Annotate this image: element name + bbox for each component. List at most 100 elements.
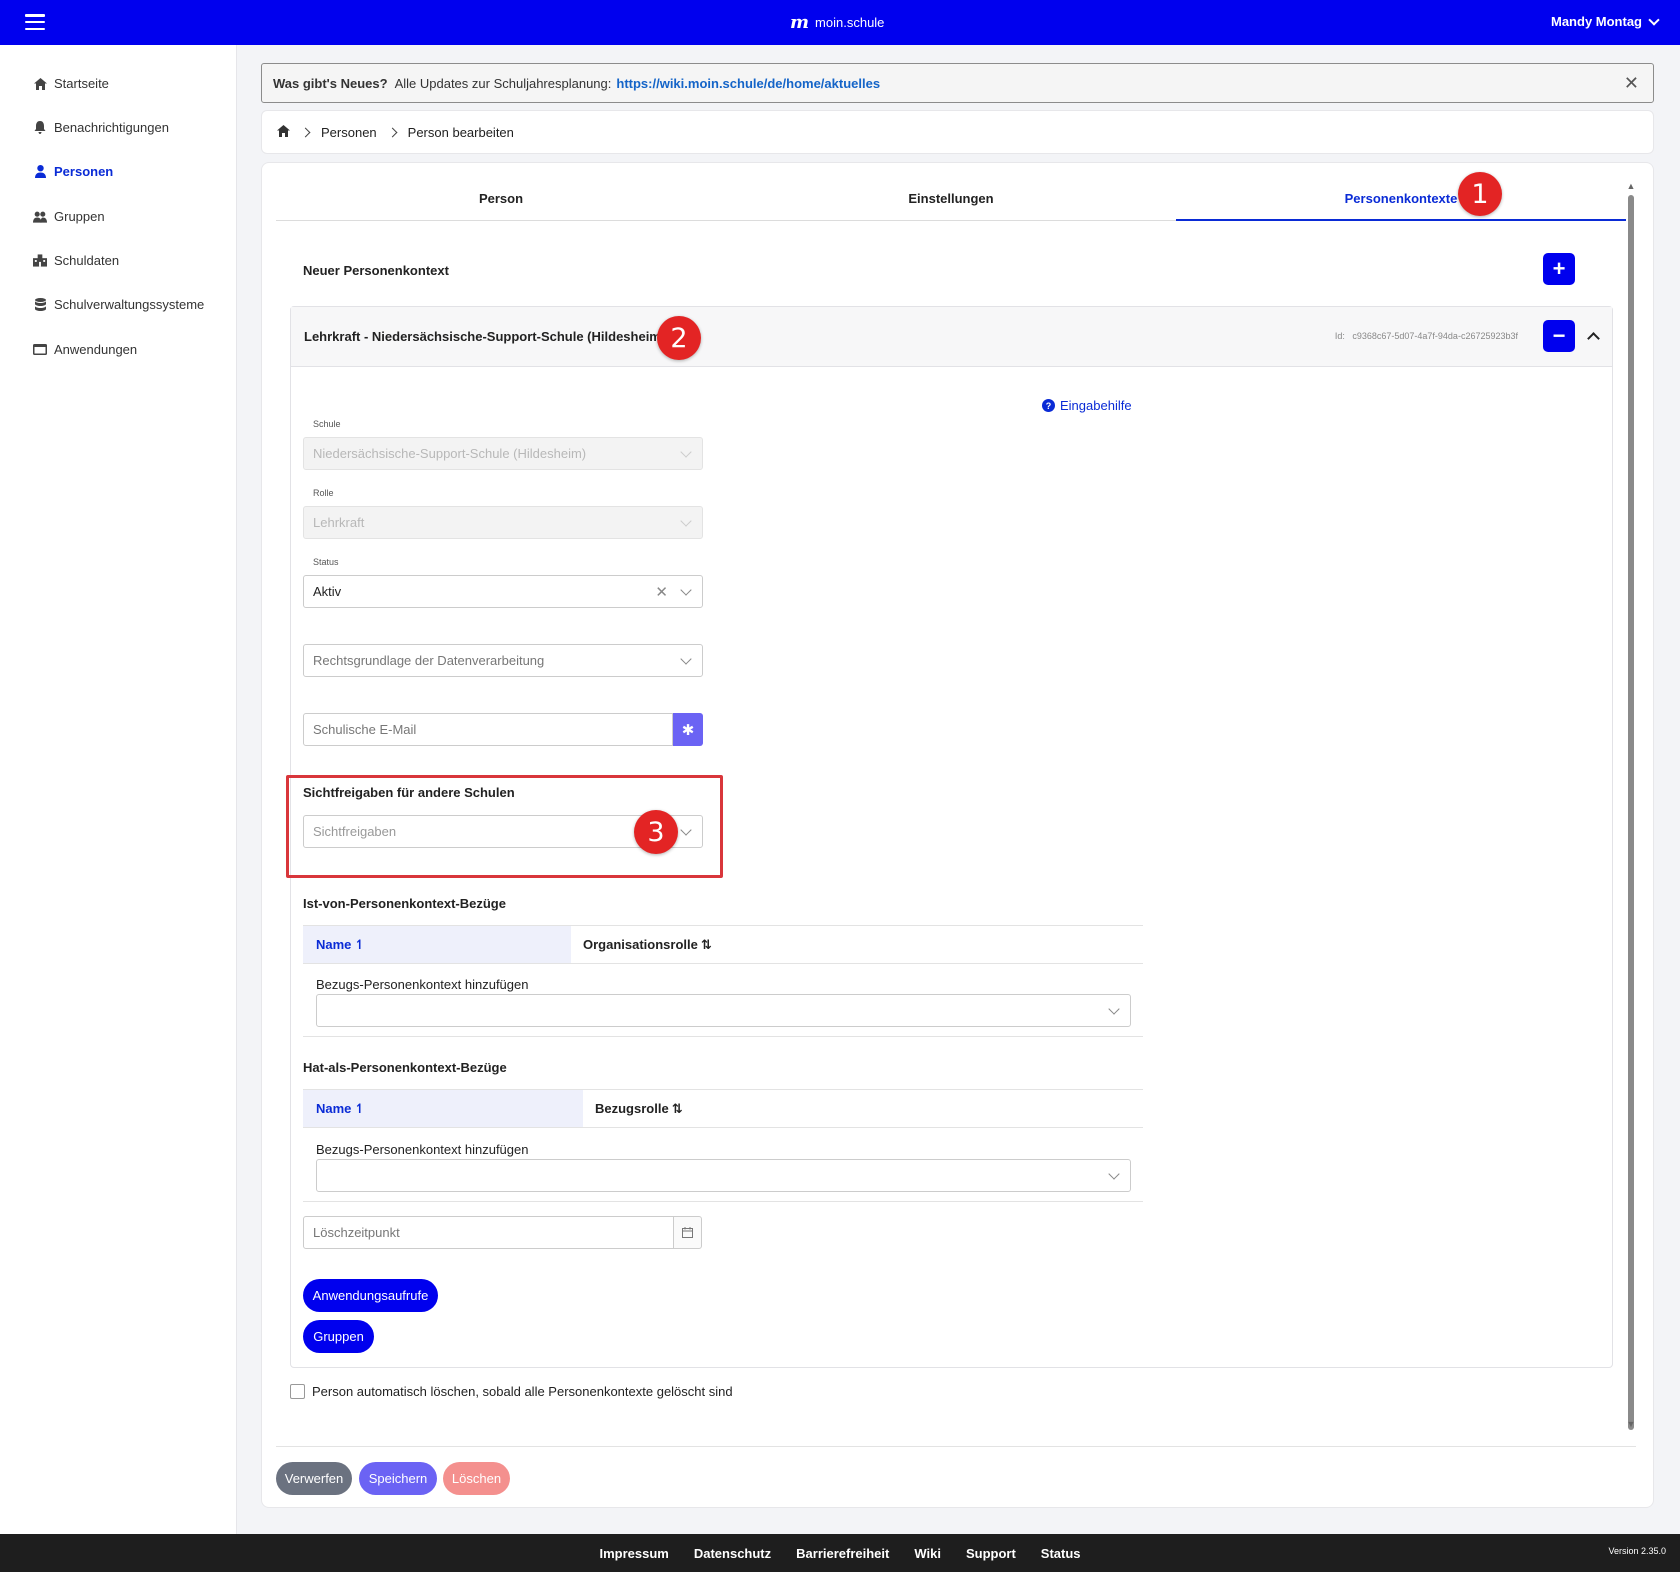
sidebar-item-label: Schulverwaltungssysteme	[54, 297, 205, 312]
sidebar-item-personen[interactable]: Personen	[33, 164, 113, 179]
sort-icon: ⇅	[671, 1100, 683, 1116]
legal-basis-placeholder: Rechtsgrundlage der Datenverarbeitung	[313, 653, 545, 668]
tab-bar: Person Einstellungen Personenkontexte	[276, 177, 1626, 221]
sort-asc-icon: ↿⁠	[354, 936, 366, 952]
gear-icon[interactable]: ✱	[673, 713, 703, 746]
context-title: Lehrkraft - Niedersächsische-Support-Sch…	[304, 329, 666, 344]
visibility-placeholder: Sichtfreigaben	[313, 824, 397, 839]
chevron-up-icon[interactable]	[1587, 332, 1600, 345]
has-as-add-select[interactable]	[316, 1159, 1131, 1192]
add-context-button[interactable]: +	[1543, 253, 1575, 285]
chevron-right-icon	[387, 127, 398, 137]
sidebar-item-label: Startseite	[54, 76, 109, 91]
footer-link-support[interactable]: Support	[966, 1546, 1016, 1561]
discard-button[interactable]: Verwerfen	[276, 1462, 352, 1495]
tab-personenkontexte[interactable]: Personenkontexte	[1176, 177, 1626, 221]
scroll-thumb[interactable]	[1628, 195, 1634, 1430]
database-icon	[33, 298, 47, 312]
chevron-down-icon	[1108, 1003, 1120, 1015]
top-bar: m moin.schule Mandy Montag	[0, 0, 1680, 45]
sort-asc-icon: ↿⁠	[354, 1100, 366, 1116]
delete-time-field[interactable]: Löschzeitpunkt	[303, 1216, 674, 1249]
delete-time-placeholder: Löschzeitpunkt	[313, 1225, 400, 1240]
is-of-add-select[interactable]	[316, 994, 1131, 1027]
clear-icon[interactable]: ✕	[655, 583, 668, 601]
footer-link-impressum[interactable]: Impressum	[599, 1546, 668, 1561]
calendar-icon[interactable]	[673, 1216, 702, 1249]
divider	[303, 1036, 1143, 1037]
annotation-marker-1: 1	[1458, 172, 1502, 216]
sidebar-item-schulverwaltungssysteme[interactable]: Schulverwaltungssysteme	[33, 297, 204, 312]
auto-delete-checkbox[interactable]	[290, 1384, 305, 1399]
annotation-marker-3: 3	[634, 810, 678, 854]
chevron-down-icon	[680, 584, 692, 596]
column-name[interactable]: Name ↿⁠	[303, 1090, 583, 1127]
logo-text: moin.schule	[815, 15, 885, 30]
home-icon[interactable]	[277, 124, 290, 140]
is-of-table-header: Name ↿⁠ Organisationsrolle ⇅	[303, 925, 1143, 964]
help-link[interactable]: ? Eingabehilfe	[1042, 398, 1132, 413]
footer-link-status[interactable]: Status	[1041, 1546, 1081, 1561]
column-name[interactable]: Name ↿⁠	[303, 926, 571, 963]
legal-basis-select[interactable]: Rechtsgrundlage der Datenverarbeitung	[303, 644, 703, 677]
chevron-down-icon	[1648, 13, 1660, 26]
tab-person[interactable]: Person	[276, 177, 726, 220]
context-header[interactable]: Lehrkraft - Niedersächsische-Support-Sch…	[291, 307, 1612, 367]
sidebar-item-benachrichtigungen[interactable]: Benachrichtigungen	[33, 120, 169, 135]
school-value: Niedersächsische-Support-Schule (Hildesh…	[313, 446, 587, 461]
chevron-right-icon	[300, 127, 311, 137]
logo[interactable]: m moin.schule	[790, 12, 884, 33]
group-icon	[33, 210, 47, 224]
status-select[interactable]: Aktiv ✕	[303, 575, 703, 608]
delete-button[interactable]: Löschen	[443, 1462, 510, 1495]
sidebar-item-label: Personen	[54, 164, 114, 179]
scroll-up-icon[interactable]: ▲	[1626, 181, 1636, 191]
role-value: Lehrkraft	[313, 515, 365, 530]
remove-context-button[interactable]: −	[1543, 320, 1575, 352]
scrollbar[interactable]: ▲ ▼	[1626, 181, 1636, 1431]
user-menu[interactable]: Mandy Montag	[1551, 13, 1660, 29]
save-button[interactable]: Speichern	[359, 1462, 437, 1495]
sidebar-item-startseite[interactable]: Startseite	[33, 76, 109, 91]
groups-button[interactable]: Gruppen	[303, 1320, 374, 1353]
scroll-down-icon[interactable]: ▼	[1626, 1419, 1636, 1429]
has-as-add-label: Bezugs-Personenkontext hinzufügen	[316, 1142, 529, 1157]
breadcrumb-personen[interactable]: Personen	[321, 125, 377, 140]
school-icon	[33, 254, 47, 268]
version-label: Version 2.35.0	[1608, 1546, 1666, 1556]
breadcrumb-current: Person bearbeiten	[407, 124, 514, 140]
column-organisationsrolle[interactable]: Organisationsrolle ⇅	[571, 926, 1143, 963]
divider	[303, 1201, 1143, 1202]
menu-icon[interactable]	[25, 14, 45, 30]
column-bezugsrolle[interactable]: Bezugsrolle ⇅	[583, 1090, 1143, 1127]
auto-delete-label: Person automatisch löschen, sobald alle …	[312, 1384, 733, 1399]
sidebar: Startseite Benachrichtigungen Personen G…	[0, 45, 237, 1535]
applications-button[interactable]: Anwendungsaufrufe	[303, 1279, 438, 1312]
logo-icon: m	[790, 12, 810, 33]
tab-einstellungen[interactable]: Einstellungen	[726, 177, 1176, 220]
footer-link-datenschutz[interactable]: Datenschutz	[694, 1546, 771, 1561]
annotation-marker-2: 2	[657, 316, 701, 360]
role-select: Lehrkraft	[303, 506, 703, 539]
footer-link-wiki[interactable]: Wiki	[914, 1546, 941, 1561]
banner-text: Alle Updates zur Schuljahresplanung:	[394, 75, 612, 91]
email-field[interactable]: Schulische E-Mail	[303, 713, 673, 746]
banner-title: Was gibt's Neues?	[273, 75, 388, 91]
sidebar-item-gruppen[interactable]: Gruppen	[33, 209, 105, 224]
school-select: Niedersächsische-Support-Schule (Hildesh…	[303, 437, 703, 470]
sidebar-item-anwendungen[interactable]: Anwendungen	[33, 342, 137, 357]
chevron-down-icon	[680, 515, 692, 527]
sidebar-item-schuldaten[interactable]: Schuldaten	[33, 253, 119, 268]
is-of-add-label: Bezugs-Personenkontext hinzufügen	[316, 977, 529, 992]
sidebar-item-label: Schuldaten	[54, 253, 120, 268]
has-as-table-header: Name ↿⁠ Bezugsrolle ⇅	[303, 1089, 1143, 1128]
banner-link[interactable]: https://wiki.moin.schule/de/home/aktuell…	[616, 76, 880, 91]
sort-icon: ⇅	[700, 936, 712, 952]
footer-link-barrierefreiheit[interactable]: Barrierefreiheit	[796, 1546, 889, 1561]
close-icon[interactable]: ✕	[1624, 74, 1639, 92]
new-context-label: Neuer Personenkontext	[303, 263, 449, 278]
status-value: Aktiv	[313, 584, 342, 599]
context-id: Id: c9368c67-5d07-4a7f-94da-c26725923b3f	[1334, 331, 1518, 341]
is-of-heading: Ist-von-Personenkontext-Bezüge	[303, 896, 506, 911]
school-label: Schule	[313, 419, 341, 429]
